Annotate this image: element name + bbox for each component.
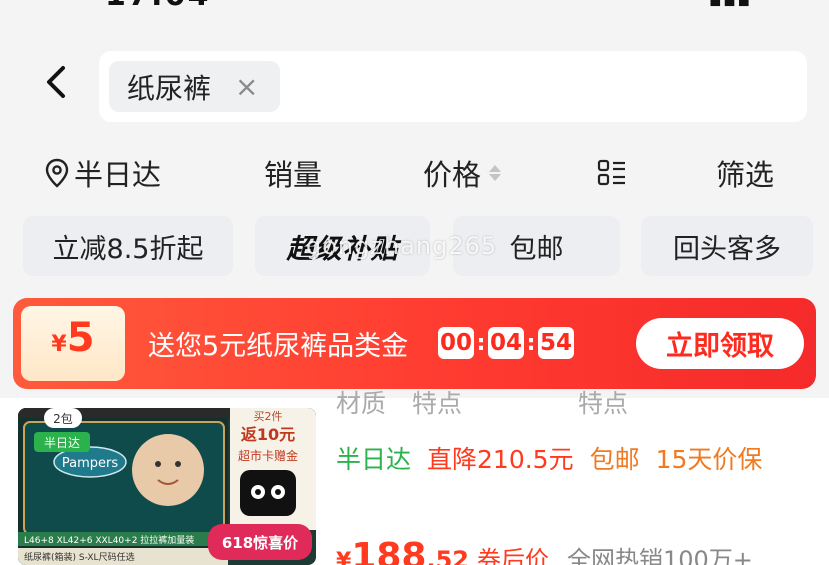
- filter-button[interactable]: 筛选: [716, 146, 774, 200]
- delivery-badge: 半日达: [44, 436, 80, 450]
- close-icon[interactable]: ×: [235, 72, 258, 101]
- coupon-card: ¥ 5: [21, 306, 125, 381]
- sort-price[interactable]: 价格: [423, 146, 502, 200]
- search-input[interactable]: 纸尿裤 ×: [99, 51, 807, 122]
- coupon-currency: ¥: [51, 332, 67, 357]
- countdown-separator: :: [526, 330, 536, 356]
- tag-price-protect: 15天价保: [655, 445, 763, 474]
- promo-side-sub: 超市卡赠金: [238, 448, 298, 463]
- signal-icon: ▮▮▮: [708, 0, 751, 10]
- sort-arrows-icon: [489, 165, 502, 181]
- pack-count-badge: 2包: [53, 412, 73, 426]
- diaper-package-image: Pampers 2包 半日达 买2件 返10元 超市卡赠金 L46+8 XL42…: [18, 408, 316, 565]
- sizes-line-1: L46+8 XL42+6 XXL40+2 拉拉裤加量装: [24, 534, 194, 546]
- chip-discount-label: 立减8.5折起: [52, 233, 204, 265]
- coupon-banner[interactable]: ¥ 5 送您5元纸尿裤品类金 00 : 04 : 54 立即领取: [13, 298, 816, 389]
- location-pin-icon: [45, 158, 69, 188]
- chip-free-shipping[interactable]: 包邮: [453, 216, 620, 276]
- quick-filter-row: 立减8.5折起 超级补贴 包邮 回头客多: [0, 216, 829, 276]
- sort-delivery-label: 半日达: [74, 158, 162, 192]
- countdown-separator: :: [476, 330, 486, 356]
- search-keyword-text: 纸尿裤: [127, 71, 212, 105]
- promo-side-top: 买2件: [254, 410, 283, 423]
- sort-bar: 半日达 销量 价格 筛选: [0, 146, 829, 200]
- status-time: 17:04: [105, 0, 211, 13]
- countdown-hours: 00: [438, 327, 474, 359]
- product-attributes: 材质 特点 特点: [336, 384, 646, 420]
- sort-sales-label: 销量: [264, 158, 323, 192]
- price-currency: ¥: [336, 549, 352, 565]
- product-tags: 半日达 直降210.5元 包邮 15天价保: [336, 440, 762, 476]
- brand-text: Pampers: [62, 456, 118, 471]
- countdown-seconds: 54: [538, 327, 574, 359]
- status-icons: ▮▮▮: [708, 0, 751, 10]
- tag-price-drop: 直降210.5元: [427, 445, 574, 474]
- sort-sales[interactable]: 销量: [264, 146, 322, 200]
- countdown-minutes: 04: [488, 327, 524, 359]
- promo-side-main: 返10元: [241, 425, 295, 444]
- product-price: ¥ 188 .52 券后价 全网热销100万+: [336, 536, 753, 565]
- back-button[interactable]: [36, 60, 76, 104]
- claim-coupon-button[interactable]: 立即领取: [636, 318, 804, 369]
- layout-toggle-button[interactable]: [597, 146, 627, 200]
- sales-count: 全网热销100万+: [566, 546, 753, 565]
- attr-feature-2: 特点: [577, 389, 628, 418]
- coupon-message: 送您5元纸尿裤品类金: [148, 331, 409, 362]
- chip-discount[interactable]: 立减8.5折起: [23, 216, 233, 276]
- festival-price-badge: 618惊喜价: [222, 534, 299, 552]
- attr-feature: 特点: [411, 389, 462, 418]
- chip-super-subsidy[interactable]: 超级补贴: [255, 216, 430, 276]
- sort-price-label: 价格: [423, 158, 482, 192]
- chip-free-shipping-label: 包邮: [509, 233, 564, 265]
- sizes-line-2: 纸尿裤(箱装) S-XL尺码任选: [24, 551, 135, 563]
- price-integer: 188: [351, 536, 427, 565]
- tag-free-shipping: 包邮: [589, 445, 640, 474]
- search-results-page: 17:04 ▮▮▮ 纸尿裤 × 半日达 销量 价格: [0, 0, 829, 565]
- product-image[interactable]: Pampers 2包 半日达 买2件 返10元 超市卡赠金 L46+8 XL42…: [18, 408, 316, 565]
- attr-material: 材质: [336, 389, 387, 418]
- price-decimal: .52: [426, 546, 469, 565]
- product-card[interactable]: Pampers 2包 半日达 买2件 返10元 超市卡赠金 L46+8 XL42…: [0, 389, 829, 565]
- tag-half-day: 半日达: [336, 445, 412, 474]
- chip-super-subsidy-label: 超级补贴: [286, 233, 399, 265]
- chip-repeat-buyers-label: 回头客多: [673, 233, 781, 265]
- chevron-left-icon: [47, 66, 65, 98]
- search-keyword-chip[interactable]: 纸尿裤 ×: [109, 61, 281, 112]
- filter-label: 筛选: [716, 158, 775, 192]
- list-grid-icon: [597, 159, 625, 186]
- coupon-amount: 5: [66, 315, 95, 361]
- price-label: 券后价: [476, 546, 549, 565]
- chip-repeat-buyers[interactable]: 回头客多: [641, 216, 813, 276]
- sort-delivery[interactable]: 半日达: [44, 146, 161, 200]
- countdown-timer: 00 : 04 : 54: [438, 327, 574, 359]
